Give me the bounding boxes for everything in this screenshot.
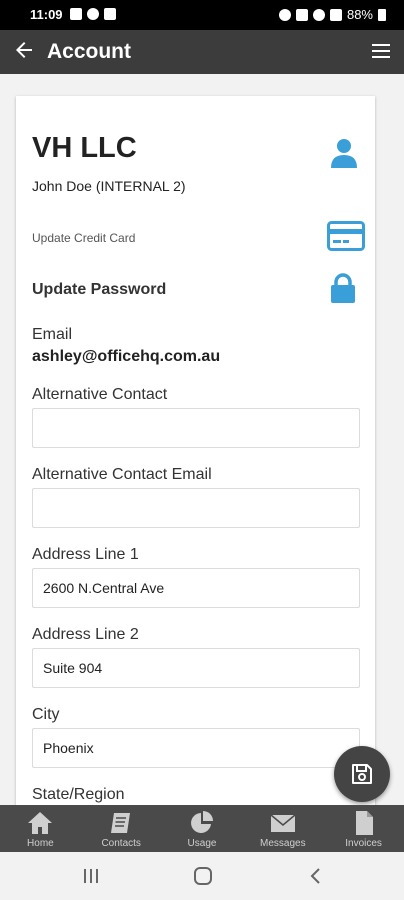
address1-input[interactable]: 2600 N.Central Ave xyxy=(32,568,360,608)
update-password-link[interactable]: Update Password xyxy=(32,281,166,299)
tab-messages-label: Messages xyxy=(260,838,306,849)
account-card: VH LLC John Doe (INTERNAL 2) Update Cred… xyxy=(16,96,375,816)
signal-icon xyxy=(329,8,342,21)
tab-usage[interactable]: Usage xyxy=(162,805,243,852)
home-icon xyxy=(28,812,53,834)
system-nav-bar xyxy=(0,852,404,900)
state-label: State/Region xyxy=(32,786,125,803)
update-credit-card-link[interactable]: Update Credit Card xyxy=(32,231,135,245)
tab-contacts[interactable]: Contacts xyxy=(81,805,162,852)
envelope-icon xyxy=(270,814,296,832)
messenger-icon xyxy=(87,8,99,20)
page-title: Account xyxy=(47,40,131,63)
tab-home-label: Home xyxy=(27,838,54,849)
home-button-icon[interactable] xyxy=(191,866,215,886)
email-value: ashley@officehq.com.au xyxy=(32,348,221,365)
credit-card-icon[interactable] xyxy=(327,221,365,251)
lock-icon[interactable] xyxy=(330,273,356,303)
tab-invoices[interactable]: Invoices xyxy=(323,805,404,852)
chat-icon xyxy=(104,8,116,20)
address2-input[interactable]: Suite 904 xyxy=(32,648,360,688)
floppy-disk-icon xyxy=(352,764,372,784)
tab-usage-label: Usage xyxy=(187,838,217,849)
address2-label: Address Line 2 xyxy=(32,626,139,643)
recent-apps-icon[interactable] xyxy=(79,866,103,886)
alt-contact-email-label: Alternative Contact Email xyxy=(32,466,212,483)
pie-chart-icon xyxy=(191,811,213,833)
tab-contacts-label: Contacts xyxy=(101,838,141,849)
tab-messages[interactable]: Messages xyxy=(242,805,323,852)
system-icons: 88% xyxy=(278,7,386,22)
tab-invoices-label: Invoices xyxy=(345,838,382,849)
status-bar: 11:09 88% xyxy=(0,0,404,30)
image-icon xyxy=(70,8,82,20)
email-label: Email xyxy=(32,326,73,343)
contact-name: John Doe (INTERNAL 2) xyxy=(32,178,186,194)
document-icon xyxy=(355,811,373,835)
alt-contact-email-input[interactable] xyxy=(32,488,360,528)
notification-icons xyxy=(70,8,116,20)
company-name: VH LLC xyxy=(32,132,137,164)
alt-contact-input[interactable] xyxy=(32,408,360,448)
back-button-icon[interactable] xyxy=(304,866,328,886)
bottom-tab-bar: Home Contacts Usage Messages Invoices xyxy=(0,805,404,852)
battery-icon xyxy=(378,8,386,21)
user-icon[interactable] xyxy=(329,138,359,168)
save-button[interactable] xyxy=(334,746,390,802)
contacts-book-icon xyxy=(111,813,131,833)
status-time: 11:09 xyxy=(30,7,63,22)
wifi-icon xyxy=(312,8,325,21)
alarm-icon xyxy=(278,8,291,21)
tab-home[interactable]: Home xyxy=(0,805,81,852)
hamburger-menu-icon[interactable] xyxy=(372,44,390,58)
arrow-left-icon[interactable] xyxy=(12,38,36,62)
battery-percent: 88% xyxy=(346,7,373,22)
mute-icon xyxy=(295,8,308,21)
alt-contact-label: Alternative Contact xyxy=(32,386,168,403)
city-input[interactable]: Phoenix xyxy=(32,728,360,768)
address1-label: Address Line 1 xyxy=(32,546,139,563)
app-bar: Account xyxy=(0,30,404,74)
city-label: City xyxy=(32,706,60,723)
